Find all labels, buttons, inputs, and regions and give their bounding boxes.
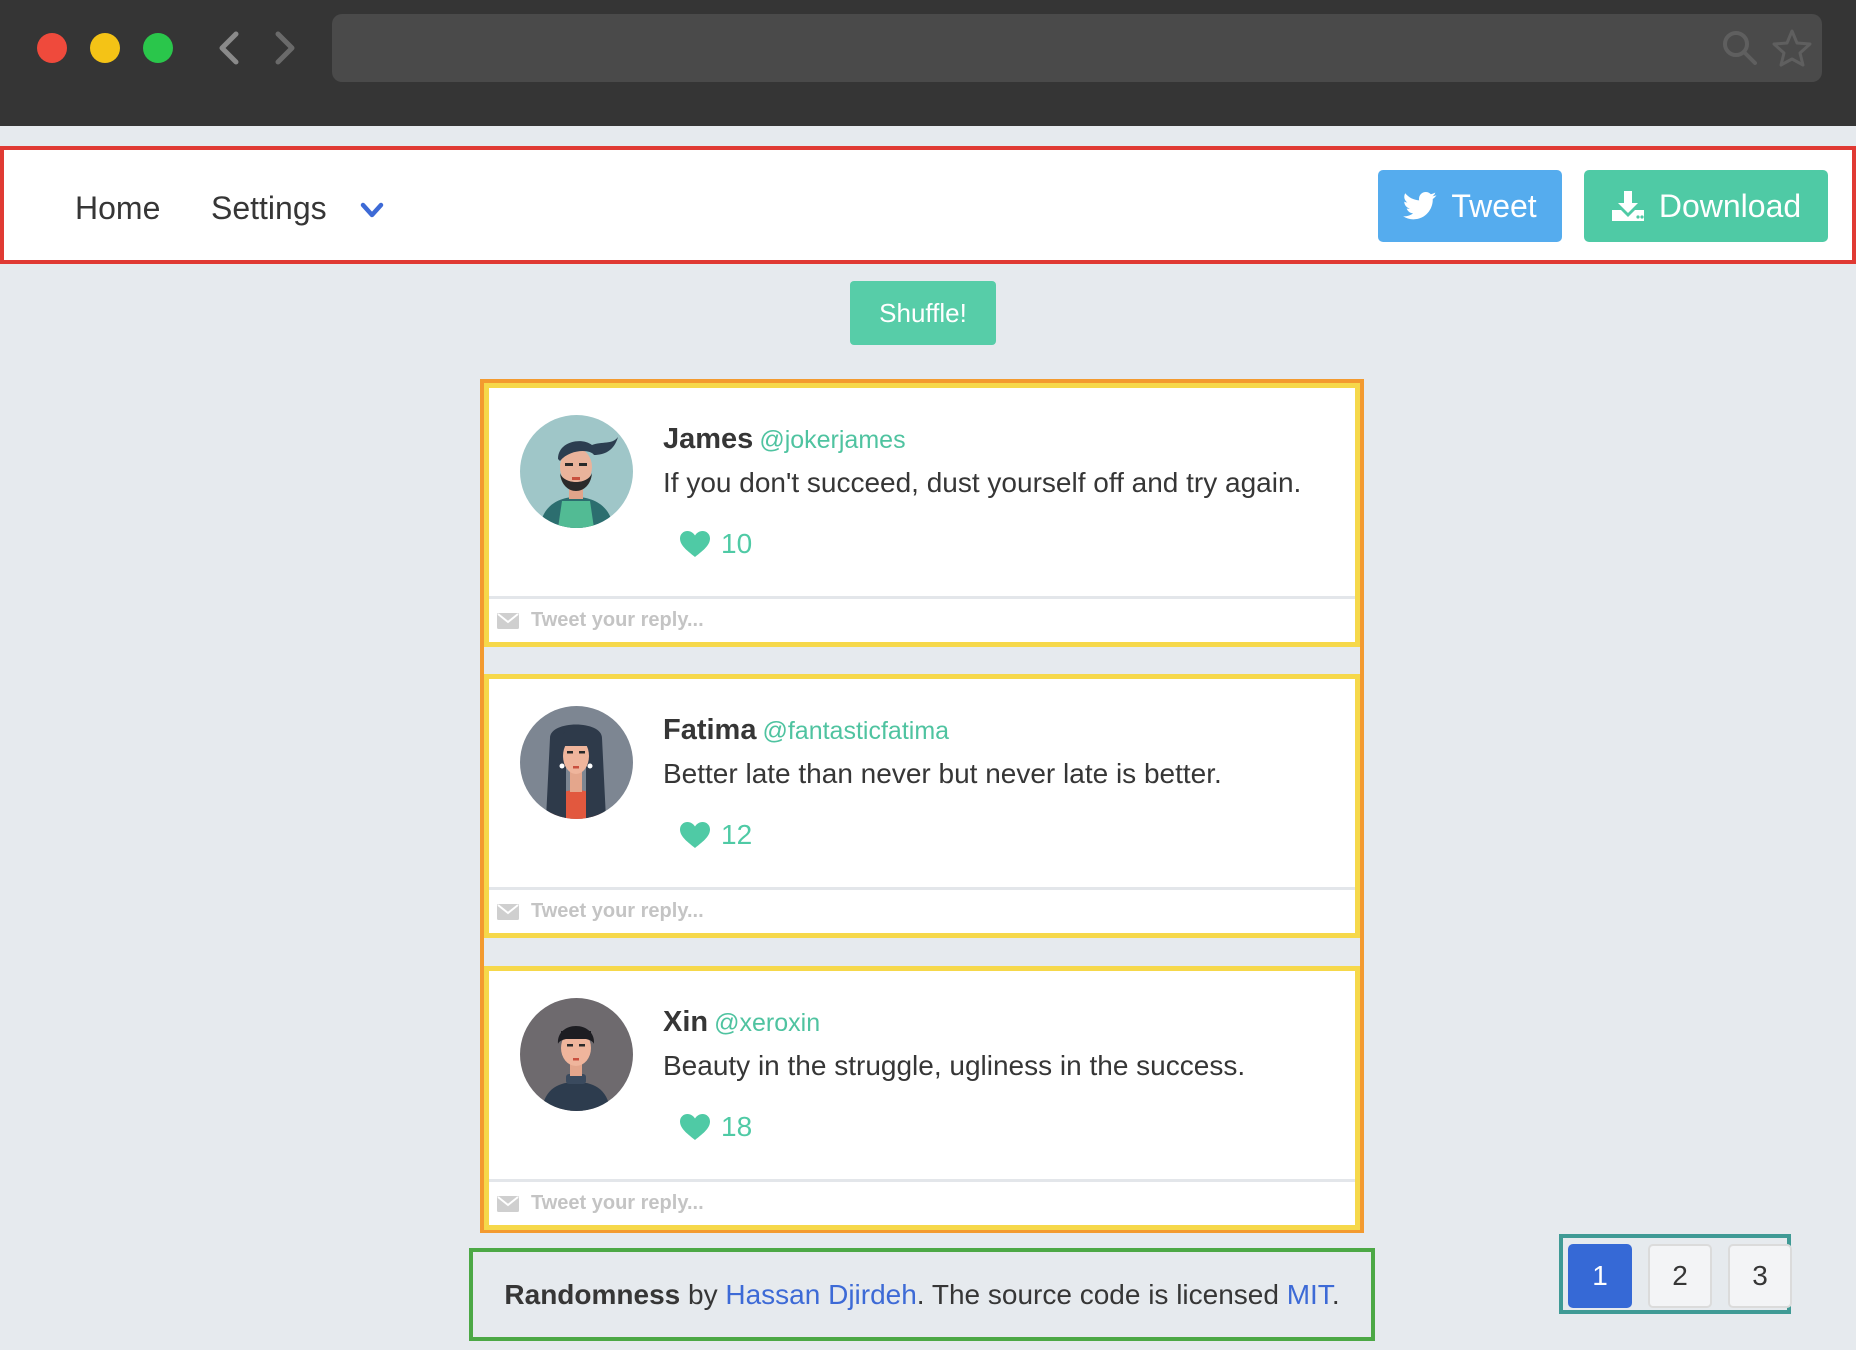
tweet-author: Fatima @fantasticfatima [663, 714, 949, 747]
tweet-text: Better late than never but never late is… [663, 758, 1222, 789]
nav-settings-dropdown[interactable]: Settings [211, 190, 327, 227]
twitter-bird-icon [1403, 191, 1437, 220]
avatar [520, 706, 633, 819]
footer-license-text: . The source code is licensed [916, 1278, 1287, 1310]
tweet-author-handle[interactable]: @fantasticfatima [762, 717, 949, 745]
tweet-text: If you don't succeed, dust yourself off … [663, 467, 1302, 498]
footer-project-name: Randomness [504, 1278, 681, 1310]
download-icon [1611, 191, 1644, 221]
like-button[interactable]: 10 [679, 528, 752, 560]
search-icon[interactable] [1720, 28, 1760, 68]
footer: Randomness by Hassan Djirdeh. The source… [469, 1248, 1375, 1341]
tweet-text: Beauty in the struggle, ugliness in the … [663, 1050, 1246, 1081]
avatar [520, 415, 633, 528]
maximize-window-button[interactable] [143, 33, 173, 63]
reply-input[interactable] [531, 1192, 1231, 1215]
tweet-card: James @jokerjames If you don't succeed, d… [484, 383, 1360, 647]
nav-home-link[interactable]: Home [75, 190, 160, 227]
tweet-author-name: Xin [663, 1006, 709, 1038]
shuffle-button[interactable]: Shuffle! [850, 281, 996, 345]
back-arrow-icon[interactable] [210, 24, 250, 72]
minimize-window-button[interactable] [90, 33, 120, 63]
like-count: 18 [721, 1111, 753, 1142]
like-count: 10 [721, 528, 753, 559]
like-button[interactable]: 18 [679, 1111, 752, 1143]
like-button[interactable]: 12 [679, 819, 752, 851]
footer-by-text: by [680, 1278, 726, 1310]
tweet-author-name: Fatima [663, 714, 757, 746]
tweet-button-label: Tweet [1451, 187, 1537, 224]
heart-icon [680, 531, 710, 557]
page-button-1[interactable]: 1 [1568, 1244, 1632, 1308]
envelope-icon [497, 903, 519, 920]
envelope-icon [497, 612, 519, 629]
heart-icon [680, 1114, 710, 1140]
heart-icon [680, 822, 710, 848]
forward-arrow-icon[interactable] [264, 24, 304, 72]
page-button-2[interactable]: 2 [1648, 1244, 1712, 1308]
download-button[interactable]: Download [1584, 170, 1828, 242]
reply-bar [489, 887, 1355, 933]
close-window-button[interactable] [37, 33, 67, 63]
like-count: 12 [721, 819, 753, 850]
reply-input[interactable] [531, 900, 1231, 923]
footer-license-link[interactable]: MIT [1287, 1279, 1332, 1310]
chevron-down-icon[interactable] [358, 196, 386, 224]
tweet-author-name: James [663, 423, 754, 455]
download-button-label: Download [1658, 187, 1802, 224]
tweet-card: Xin @xeroxin Beauty in the struggle, ugli… [484, 966, 1360, 1230]
reply-bar [489, 596, 1355, 642]
tweet-author-handle[interactable]: @xeroxin [714, 1009, 820, 1037]
page-button-3[interactable]: 3 [1728, 1244, 1792, 1308]
tweet-author-handle[interactable]: @jokerjames [759, 426, 905, 454]
top-navbar: Home Settings Tweet Download [0, 146, 1856, 264]
bookmark-star-icon[interactable] [1772, 28, 1812, 68]
tweet-author: James @jokerjames [663, 423, 906, 456]
address-bar[interactable] [332, 14, 1822, 82]
tweet-card: Fatima @fantasticfatima Better late than … [484, 674, 1360, 938]
envelope-icon [497, 1195, 519, 1212]
reply-bar [489, 1179, 1355, 1225]
reply-input[interactable] [531, 609, 1231, 632]
tweet-author: Xin @xeroxin [663, 1006, 820, 1039]
avatar [520, 998, 633, 1111]
pagination: 1 2 3 [1559, 1234, 1792, 1314]
tweet-button[interactable]: Tweet [1378, 170, 1562, 242]
footer-author-link[interactable]: Hassan Djirdeh [725, 1279, 916, 1310]
browser-chrome [0, 0, 1856, 126]
footer-end-text: . [1331, 1278, 1340, 1310]
